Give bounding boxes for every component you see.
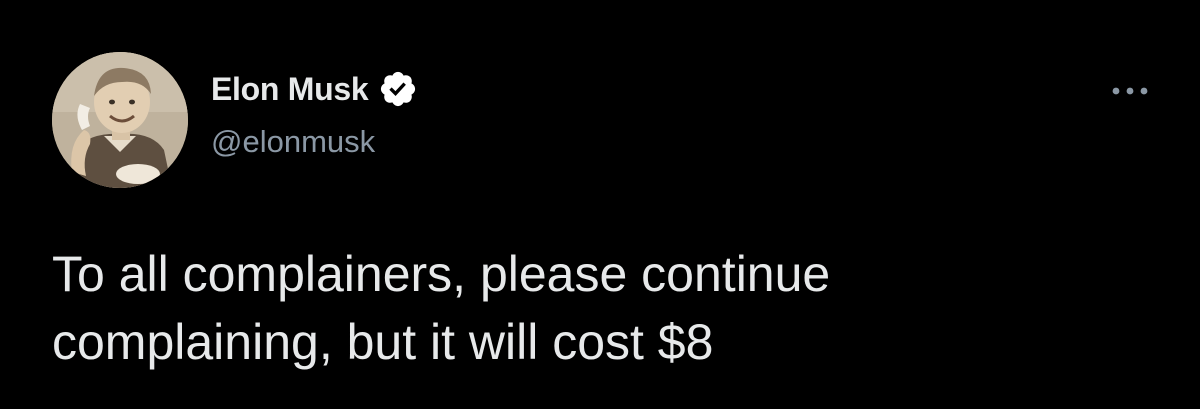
tweet-text-line: To all complainers, please continue	[52, 246, 831, 302]
verified-badge-icon	[378, 69, 418, 109]
tweet-text-line: complaining, but it will cost $8	[52, 314, 714, 370]
display-name[interactable]: Elon Musk	[211, 71, 369, 108]
avatar-photo	[52, 52, 188, 188]
author-name-row: Elon Musk	[211, 66, 418, 112]
user-handle[interactable]: @elonmusk	[211, 124, 375, 160]
tweet-text: To all complainers, please continue comp…	[52, 240, 1172, 376]
more-options-icon[interactable]	[1108, 80, 1152, 102]
tweet-card: Elon Musk @elonmusk To all complainers, …	[0, 0, 1200, 409]
avatar[interactable]	[52, 52, 188, 188]
